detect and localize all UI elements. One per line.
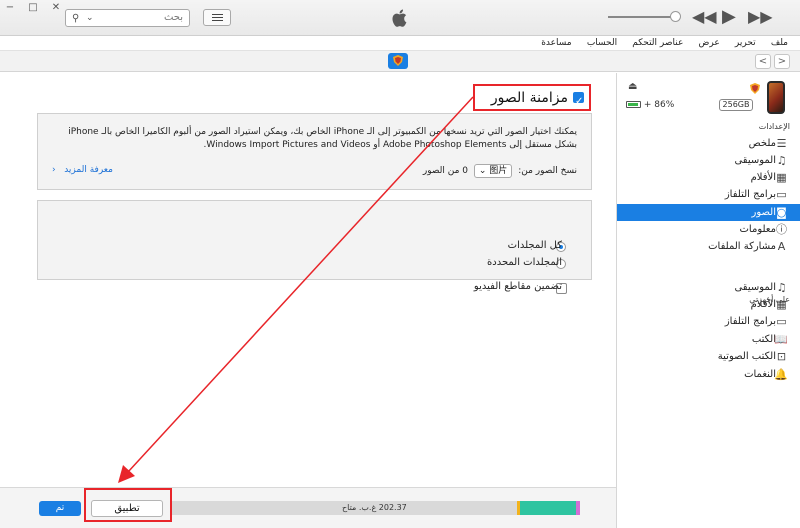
forward-button[interactable]: > xyxy=(774,54,790,69)
sidebar-item-device-audiobooks[interactable]: ⊡ الكتب الصوتية xyxy=(617,348,800,365)
apps-icon: A xyxy=(777,240,786,253)
sidebar-item-label: برامج التلفاز xyxy=(724,189,776,200)
menu-account[interactable]: الحساب xyxy=(587,36,617,50)
storage-pink-segment xyxy=(576,501,580,515)
iphone-thumbnail-icon xyxy=(767,81,785,114)
sidebar-item-device-music[interactable]: ♫ الموسيقى xyxy=(617,279,800,296)
sidebar-item-label: الصور xyxy=(751,207,777,218)
selected-folders-label: المجلدات المحددة xyxy=(487,257,562,268)
minimize-button[interactable]: − xyxy=(4,2,16,14)
maximize-button[interactable]: □ xyxy=(27,2,39,14)
music-note-icon: ♫ xyxy=(776,281,787,294)
sidebar-item-photos[interactable]: ◙ الصور xyxy=(617,204,800,221)
chevron-down-icon: ⌄ xyxy=(86,13,94,23)
sync-photos-row[interactable]: مزامنة الصور xyxy=(486,87,586,113)
summary-icon: ☰ xyxy=(776,137,787,150)
sidebar-item-summary[interactable]: ☰ ملخص xyxy=(617,135,800,152)
charging-icon: + xyxy=(643,100,652,110)
menu-controls[interactable]: عناصر التحكم xyxy=(632,36,683,50)
battery-status: + 86% xyxy=(626,100,674,110)
fast-forward-icon[interactable]: ▶▶ xyxy=(748,8,773,26)
sidebar-item-music[interactable]: ♫ الموسيقى xyxy=(617,152,800,169)
storage-teal-segment xyxy=(520,501,576,515)
camera-icon: ◙ xyxy=(776,206,787,219)
sidebar: ⏏ 256GB + 86% الإعدادات ☰ ملخص ♫ الموسيق… xyxy=(616,73,800,528)
menu-bar: ملف تحرير عرض عناصر التحكم الحساب مساعدة xyxy=(0,36,800,50)
settings-section-title: الإعدادات xyxy=(758,122,790,131)
sidebar-item-label: الموسيقى xyxy=(734,282,776,293)
menu-file[interactable]: ملف xyxy=(771,36,788,50)
search-placeholder: بحث xyxy=(163,12,183,23)
sidebar-item-label: ملخص xyxy=(748,138,776,149)
film-icon: ▦ xyxy=(776,171,787,184)
learn-more-label: معرفة المزيد xyxy=(64,165,113,175)
back-button[interactable]: < xyxy=(755,54,771,69)
apple-logo-icon xyxy=(392,9,407,27)
all-folders-label: كل المجلدات xyxy=(507,240,562,251)
music-note-icon: ♫ xyxy=(776,154,787,167)
shield-logo-icon xyxy=(393,55,403,66)
info-icon: ⓘ xyxy=(776,223,787,236)
search-input[interactable]: بحث ⌄ ⚲ xyxy=(65,9,190,27)
menu-view[interactable]: عرض xyxy=(699,36,720,50)
sidebar-item-device-books[interactable]: 📖 الكتب xyxy=(617,331,800,348)
navigation-bar: < > xyxy=(0,50,800,72)
tv-icon: ▭ xyxy=(776,188,787,201)
copy-photos-from: نسخ الصور من: 图片 ⌄ 0 من الصور xyxy=(423,164,577,178)
title-bar: − □ ✕ بحث ⌄ ⚲ ◀◀ ▶ ▶▶ xyxy=(0,0,800,36)
annotation-highlight-apply xyxy=(84,488,172,522)
sidebar-item-file-sharing[interactable]: A مشاركة الملفات xyxy=(617,238,800,255)
book-icon: 📖 xyxy=(774,333,788,346)
storage-bar: 202.37 غ.ب. متاح xyxy=(172,501,580,515)
sidebar-item-label: النغمات xyxy=(744,369,776,380)
tv-icon: ▭ xyxy=(776,315,787,328)
audiobook-icon: ⊡ xyxy=(776,350,787,363)
search-icon: ⚲ xyxy=(72,13,80,24)
sidebar-item-label: معلومات xyxy=(739,224,776,235)
learn-more-link[interactable]: معرفة المزيد ‹ xyxy=(52,165,113,175)
photos-info-panel: يمكنك اختيار الصور التي تريد نسخها من ال… xyxy=(37,113,592,190)
sidebar-item-label: الكتب الصوتية xyxy=(717,351,776,362)
sidebar-item-device-movies[interactable]: ▦ الأفلام xyxy=(617,296,800,313)
battery-icon xyxy=(626,101,641,108)
sync-photos-label: مزامنة الصور xyxy=(490,90,568,106)
sidebar-item-device-tones[interactable]: 🔔 النغمات xyxy=(617,366,800,383)
photo-count: 0 من الصور xyxy=(422,166,469,176)
free-space-label: 202.37 غ.ب. متاح xyxy=(342,503,407,512)
sidebar-item-label: مشاركة الملفات xyxy=(708,241,776,252)
volume-knob[interactable] xyxy=(670,11,681,22)
close-button[interactable]: ✕ xyxy=(50,2,62,14)
copy-from-label: نسخ الصور من: xyxy=(518,166,577,176)
list-view-button[interactable] xyxy=(203,9,231,26)
sync-photos-checkbox[interactable] xyxy=(573,91,584,113)
sidebar-item-label: الأفلام xyxy=(750,299,776,310)
include-videos-label: تضمين مقاطع الفيديو xyxy=(473,281,562,292)
sidebar-item-label: برامج التلفاز xyxy=(724,316,776,327)
sidebar-item-label: الموسيقى xyxy=(734,155,776,166)
chevron-left-icon: ‹ xyxy=(52,165,62,175)
bell-icon: 🔔 xyxy=(774,368,788,381)
sidebar-item-device-tv[interactable]: ▭ برامج التلفاز xyxy=(617,313,800,330)
film-icon: ▦ xyxy=(776,298,787,311)
volume-slider[interactable] xyxy=(608,11,681,22)
battery-percent: 86% xyxy=(654,100,675,110)
sidebar-item-movies[interactable]: ▦ الأفلام xyxy=(617,169,800,186)
copy-from-select[interactable]: 图片 ⌄ xyxy=(473,164,513,178)
sidebar-item-label: الكتب xyxy=(751,334,776,345)
eject-icon[interactable]: ⏏ xyxy=(628,81,637,92)
copy-from-value: 图片 xyxy=(489,166,508,176)
menu-help[interactable]: مساعدة xyxy=(541,36,571,50)
capacity-badge: 256GB xyxy=(719,99,753,111)
done-button[interactable]: تم xyxy=(39,501,81,516)
sidebar-item-tv-shows[interactable]: ▭ برامج التلفاز xyxy=(617,186,800,203)
sidebar-item-info[interactable]: ⓘ معلومات xyxy=(617,221,800,238)
rewind-icon[interactable]: ◀◀ xyxy=(692,8,717,26)
device-button[interactable] xyxy=(388,53,408,69)
device-shield-icon xyxy=(750,83,760,94)
sidebar-item-label: الأفلام xyxy=(750,172,776,183)
play-icon[interactable]: ▶ xyxy=(722,8,736,26)
menu-edit[interactable]: تحرير xyxy=(735,36,756,50)
sync-description: يمكنك اختيار الصور التي تريد نسخها من ال… xyxy=(68,127,577,150)
